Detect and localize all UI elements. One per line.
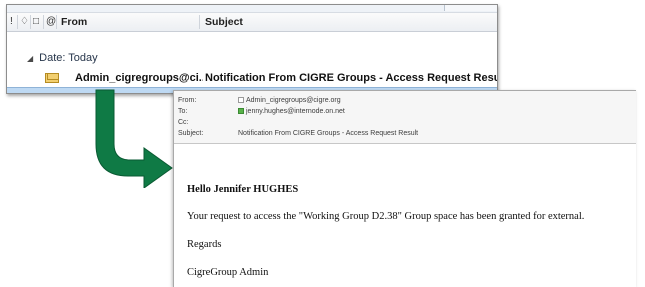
contact-status-icon [238, 97, 244, 103]
attachment-column-icon[interactable]: @ [46, 16, 56, 27]
toolbar-segment [444, 5, 497, 11]
greeting-text: Hello Jennifer HUGHES [187, 184, 299, 195]
to-value[interactable]: jenny.hughes@internode.on.net [246, 108, 345, 115]
online-status-icon [238, 108, 244, 114]
regards-text: Regards [187, 239, 222, 250]
from-label: From: [178, 97, 197, 104]
column-separator [30, 15, 31, 29]
signature-text: CigreGroup Admin [187, 267, 269, 278]
unread-envelope-icon [45, 73, 59, 83]
message-header: From: Admin_cigregroups@cigre.org To: je… [174, 91, 636, 144]
collapse-triangle-icon[interactable]: ◢ [27, 54, 33, 63]
column-separator [43, 15, 44, 29]
column-separator[interactable] [199, 15, 200, 29]
green-arrow-icon [95, 89, 173, 188]
message-reading-pane: From: Admin_cigregroups@cigre.org To: je… [173, 90, 636, 287]
subject-column-header[interactable]: Subject [205, 16, 243, 28]
column-separator [56, 15, 57, 29]
email-sender: Admin_cigregroups@ci... [75, 72, 203, 84]
column-separator [17, 15, 18, 29]
subject-value: Notification From CIGRE Groups - Access … [238, 130, 419, 137]
icon-column-icon[interactable]: □ [33, 16, 39, 27]
inbox-message-list: ! ♢ □ @ From Subject ◢ Date: Today Admin_… [6, 4, 498, 94]
body-text: Your request to access the "Working Grou… [187, 211, 585, 222]
toolbar-strip [7, 5, 497, 13]
from-value[interactable]: Admin_cigregroups@cigre.org [246, 97, 341, 104]
from-column-header[interactable]: From [61, 16, 87, 28]
date-group-header[interactable]: ◢ Date: Today [27, 52, 98, 64]
email-list-item[interactable]: Admin_cigregroups@ci... Notification Fro… [7, 71, 497, 86]
column-header-row: ! ♢ □ @ From Subject [7, 13, 497, 32]
importance-column-icon[interactable]: ! [10, 16, 13, 27]
reminder-bell-icon[interactable]: ♢ [20, 16, 29, 27]
group-label: Date: Today [39, 52, 98, 64]
subject-label: Subject: [178, 130, 204, 137]
email-subject: Notification From CIGRE Groups - Access … [205, 72, 498, 84]
to-label: To: [178, 108, 188, 115]
cc-label: Cc: [178, 119, 189, 126]
